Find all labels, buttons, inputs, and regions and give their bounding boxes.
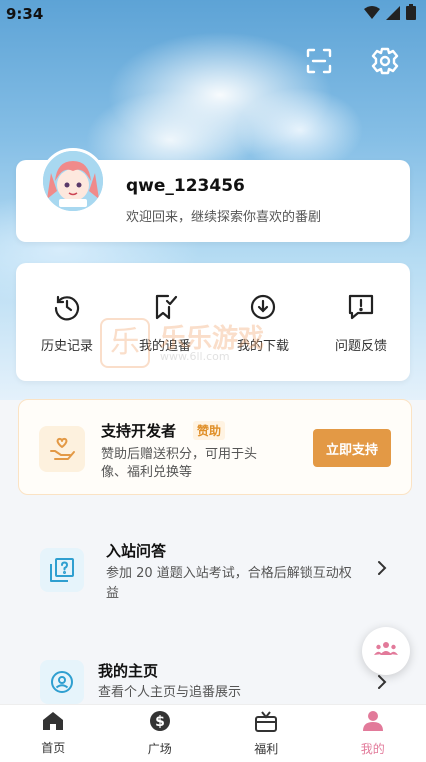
feedback-icon — [316, 293, 406, 321]
feedback-label: 问题反馈 — [334, 339, 387, 354]
signal-icon — [386, 5, 400, 24]
quiz-icon — [40, 548, 84, 592]
community-fab-button[interactable] — [362, 627, 410, 675]
feedback-button[interactable]: 问题反馈 — [316, 293, 406, 354]
heart-hand-icon — [39, 426, 85, 472]
bookmark-check-icon — [120, 293, 210, 321]
support-now-button[interactable]: 立即支持 — [313, 429, 391, 467]
wifi-icon — [364, 5, 380, 24]
settings-icon[interactable] — [370, 46, 400, 76]
sponsor-description: 赞助后赠送积分，可用于头像、福利兑换等 — [101, 447, 258, 480]
status-icons — [364, 4, 416, 24]
tab-square-label: 广场 — [147, 742, 172, 756]
watermark-mark: 乐 — [100, 318, 150, 368]
watermark-url: www.6ll.com — [160, 350, 230, 363]
quiz-description: 参加 20 道题入站考试，合格后解锁互动权益 — [106, 566, 352, 601]
quiz-title: 入站问答 — [106, 542, 167, 560]
sponsor-card: 支持开发者 赞助 赞助后赠送积分，可用于头像、福利兑换等 立即支持 — [18, 399, 412, 495]
status-bar: 9:34 — [0, 0, 426, 28]
svg-text:$: $ — [155, 714, 165, 730]
history-button[interactable]: 历史记录 — [22, 293, 112, 354]
sponsor-title: 支持开发者 — [101, 422, 177, 440]
home-icon — [42, 711, 64, 735]
tab-home[interactable]: 首页 — [0, 705, 107, 762]
group-icon — [374, 641, 398, 661]
tab-mine-label: 我的 — [360, 742, 385, 756]
tab-mine[interactable]: 我的 — [320, 705, 426, 762]
avatar[interactable] — [40, 148, 106, 214]
user-circle-icon — [40, 660, 84, 704]
tab-square[interactable]: $ 广场 — [107, 705, 214, 762]
tab-home-label: 首页 — [41, 741, 66, 755]
bottom-tab-bar: 首页 $ 广场 福利 我的 — [0, 704, 426, 762]
user-icon — [362, 710, 384, 736]
username: qwe_123456 — [126, 176, 245, 196]
chevron-right-icon — [376, 674, 388, 694]
profile-card[interactable]: qwe_123456 欢迎回来，继续探索你喜欢的番剧 — [16, 148, 410, 242]
welcome-text: 欢迎回来，继续探索你喜欢的番剧 — [126, 210, 322, 225]
gift-icon — [254, 710, 278, 736]
history-label: 历史记录 — [40, 339, 93, 354]
homepage-title: 我的主页 — [98, 662, 159, 680]
history-icon — [22, 293, 112, 321]
sponsor-badge: 赞助 — [193, 421, 226, 440]
header-actions — [304, 46, 400, 76]
scan-icon[interactable] — [304, 46, 334, 76]
list-item-quiz[interactable]: 入站问答 参加 20 道题入站考试，合格后解锁互动权益 — [0, 530, 426, 610]
tab-welfare-label: 福利 — [254, 742, 279, 756]
watermark-logo: 乐 乐乐游戏 www.6ll.com — [100, 318, 300, 370]
download-icon — [218, 293, 308, 321]
homepage-description: 查看个人主页与追番展示 — [98, 685, 242, 700]
battery-icon — [406, 4, 416, 24]
dollar-icon: $ — [149, 710, 171, 736]
chevron-right-icon — [376, 560, 388, 580]
status-time: 9:34 — [6, 5, 44, 23]
tab-welfare[interactable]: 福利 — [213, 705, 320, 762]
